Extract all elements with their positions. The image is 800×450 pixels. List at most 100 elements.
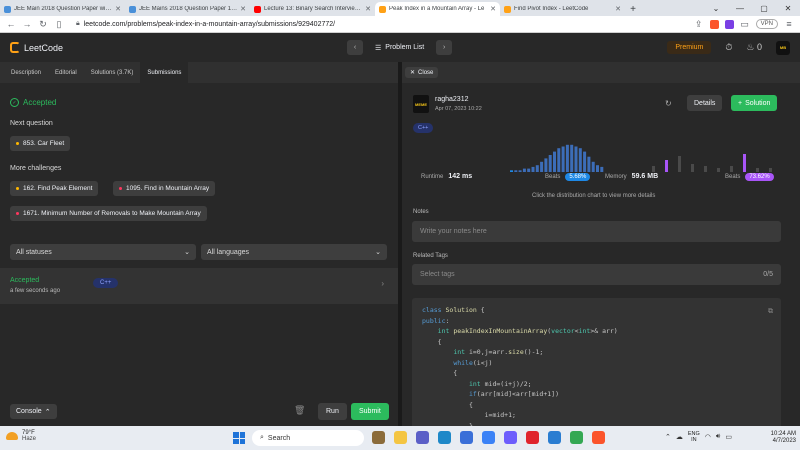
close-submission-button[interactable]: ✕ Close — [405, 67, 439, 78]
tab-description[interactable]: Description — [4, 62, 48, 83]
language-indicator[interactable]: ENG IN — [688, 431, 700, 443]
premium-button[interactable]: Premium — [667, 41, 712, 54]
windows-start-icon[interactable] — [233, 432, 245, 444]
trash-icon[interactable]: 🗑︎ — [294, 405, 305, 416]
file-explorer-icon[interactable] — [394, 431, 407, 444]
vscode-icon[interactable] — [548, 431, 561, 444]
runtime-distribution-bar[interactable] — [561, 146, 565, 173]
browser-tab[interactable]: JEE Mains 2018 Question Paper 1 Set ✕ — [125, 2, 250, 16]
clock[interactable]: 10:24 AM 4/7/2023 — [760, 431, 796, 445]
back-icon[interactable]: ← — [6, 19, 16, 29]
run-button[interactable]: Run — [318, 403, 347, 420]
memory-distribution-bar[interactable] — [652, 166, 655, 172]
copilot-icon[interactable] — [504, 431, 517, 444]
mail-icon[interactable] — [482, 431, 495, 444]
browser-tab[interactable]: JEE Main 2018 Question Paper with So ✕ — [0, 2, 125, 16]
timer-icon[interactable]: ⏱ — [725, 42, 732, 53]
close-tab-icon[interactable]: ✕ — [490, 5, 496, 13]
new-tab-button[interactable]: + — [625, 2, 641, 16]
tags-select[interactable]: Select tags 0/5 — [412, 264, 781, 285]
runtime-distribution-bar[interactable] — [587, 156, 591, 172]
brave-icon[interactable] — [592, 431, 605, 444]
challenge-chip[interactable]: 1095. Find in Mountain Array — [113, 181, 216, 196]
chrome-icon[interactable] — [570, 431, 583, 444]
maximize-icon[interactable]: ▢ — [752, 0, 776, 16]
memory-distribution-bar[interactable] — [691, 164, 694, 172]
close-tab-icon[interactable]: ✕ — [240, 5, 246, 13]
url-field[interactable]: 🔒︎ leetcode.com/problems/peak-index-in-a… — [76, 20, 335, 28]
memory-distribution-bar[interactable] — [717, 168, 720, 172]
runtime-distribution-bar[interactable] — [557, 148, 561, 172]
browser-tab-active[interactable]: Peak Index in a Mountain Array - Le ✕ — [375, 2, 500, 16]
sidebar-icon[interactable]: ▭ — [740, 19, 750, 30]
challenge-chip[interactable]: 1671. Minimum Number of Removals to Make… — [10, 206, 207, 221]
vpn-button[interactable]: VPN — [755, 19, 778, 29]
forward-icon[interactable]: → — [22, 19, 32, 29]
runtime-distribution-bar[interactable] — [574, 146, 578, 173]
close-window-icon[interactable]: ✕ — [776, 0, 800, 16]
runtime-distribution-bar[interactable] — [583, 151, 587, 172]
teams-chat-icon[interactable] — [416, 431, 429, 444]
close-tab-icon[interactable]: ✕ — [115, 5, 121, 13]
runtime-distribution-bar[interactable] — [578, 148, 582, 172]
brave-shield-icon[interactable] — [709, 19, 719, 29]
browser-tab[interactable]: Lecture 13: Binary Search Interview Q ✕ — [250, 2, 375, 16]
wifi-icon[interactable]: ◠ — [705, 433, 711, 441]
runtime-distribution-bar[interactable] — [544, 158, 548, 172]
cloud-icon[interactable]: ☁ — [676, 433, 683, 441]
username[interactable]: ragha2312 — [435, 96, 468, 103]
menu-icon[interactable]: ≡ — [784, 19, 794, 29]
runtime-distribution-bar[interactable] — [514, 170, 518, 172]
taskbar-search[interactable]: ⌕ Search — [252, 430, 364, 446]
reload-icon[interactable]: ↻ — [38, 19, 48, 30]
bookmark-icon[interactable]: ▯ — [54, 19, 64, 30]
runtime-distribution-bar[interactable] — [600, 166, 604, 172]
runtime-distribution-bar[interactable] — [522, 168, 526, 172]
runtime-distribution-bar[interactable] — [531, 166, 535, 172]
streak-button[interactable]: ♨ 0 — [746, 42, 762, 53]
console-button[interactable]: Console ⌃ — [10, 404, 57, 419]
memory-distribution-bar[interactable] — [665, 160, 668, 172]
submit-button[interactable]: Submit — [351, 403, 389, 420]
tab-editorial[interactable]: Editorial — [48, 62, 84, 83]
runtime-distribution-bar[interactable] — [565, 144, 569, 172]
refresh-icon[interactable]: ↻ — [665, 99, 672, 108]
edge-icon[interactable] — [438, 431, 451, 444]
tab-submissions[interactable]: Submissions — [140, 62, 189, 83]
details-button[interactable]: Details — [687, 95, 723, 111]
copy-icon[interactable]: ⧉ — [768, 306, 773, 317]
opera-icon[interactable] — [526, 431, 539, 444]
chevron-up-icon[interactable]: ⌃ — [665, 433, 671, 441]
runtime-distribution-bar[interactable] — [596, 165, 599, 172]
memory-distribution-bar[interactable] — [769, 168, 772, 172]
runtime-distribution-bar[interactable] — [570, 144, 574, 172]
submission-row[interactable]: Accepted a few seconds ago C++ › — [0, 268, 398, 304]
minimize-icon[interactable]: — — [728, 0, 752, 16]
profile-avatar[interactable]: MB — [776, 40, 790, 55]
runtime-distribution-bar[interactable] — [553, 151, 556, 172]
browser-tab[interactable]: Find Pivot Index - LeetCode ✕ — [500, 2, 625, 16]
language-filter[interactable]: All languages ⌄ — [201, 244, 387, 260]
status-filter[interactable]: All statuses ⌄ — [10, 244, 196, 260]
runtime-distribution-bar[interactable] — [591, 161, 595, 172]
tab-solutions[interactable]: Solutions (3.7K) — [84, 62, 141, 83]
close-tab-icon[interactable]: ✕ — [365, 5, 371, 13]
next-problem-button[interactable]: › — [436, 40, 453, 55]
user-avatar[interactable]: MEME — [413, 95, 429, 113]
notes-input[interactable]: Write your notes here — [412, 221, 781, 242]
share-icon[interactable]: ⇪ — [694, 19, 704, 30]
widget-app-icon[interactable] — [372, 431, 385, 444]
memory-distribution-bar[interactable] — [678, 156, 681, 172]
next-question-chip[interactable]: 853. Car Fleet — [10, 136, 71, 151]
runtime-distribution-bar[interactable] — [540, 161, 544, 172]
runtime-distribution-bar[interactable] — [527, 168, 531, 172]
tab-search-icon[interactable]: ⌄ — [704, 0, 728, 16]
battery-icon[interactable]: ▭ — [725, 433, 732, 441]
leetcode-logo[interactable]: LeetCode — [10, 42, 63, 53]
volume-icon[interactable]: 🔊︎ — [716, 433, 720, 441]
runtime-distribution-bar[interactable] — [518, 170, 522, 172]
memory-distribution-bar[interactable] — [704, 166, 707, 172]
store-icon[interactable] — [460, 431, 473, 444]
runtime-distribution-bar[interactable] — [510, 170, 513, 172]
post-solution-button[interactable]: + Solution — [731, 95, 778, 111]
